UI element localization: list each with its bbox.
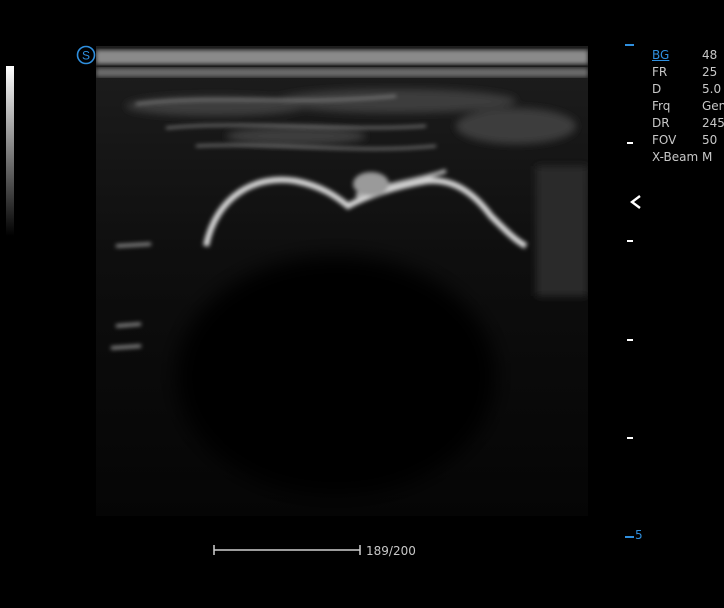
param-row-frq: Frq Gen (652, 98, 724, 115)
ultrasound-image (96, 46, 588, 516)
param-label-dr: DR (652, 116, 670, 130)
param-value-d: 5.0 (702, 82, 722, 96)
param-value-frq: Gen (702, 99, 724, 113)
param-label-xbeam: X-Beam (652, 150, 699, 164)
parameter-panel: BG 48 FR 25 D 5.0 Frq Gen DR 245 FOV 50 … (652, 47, 724, 166)
depth-tick-3 (627, 339, 633, 341)
param-row-d: D 5.0 (652, 81, 724, 98)
param-row-fr: FR 25 (652, 64, 724, 81)
depth-tick-bottom (625, 536, 634, 538)
param-label-d: D (652, 82, 662, 96)
depth-tick-4 (627, 437, 633, 439)
depth-tick-2 (627, 240, 633, 242)
scale-bar-label: 189/200 (366, 544, 416, 558)
param-label-fr: FR (652, 65, 668, 79)
param-label-frq: Frq (652, 99, 671, 113)
depth-tick-top (625, 44, 634, 46)
depth-max-label: 5 (635, 528, 643, 542)
depth-tick-1 (627, 142, 633, 144)
param-value-bg: 48 (702, 48, 718, 62)
scale-bar (213, 545, 361, 555)
param-value-fr: 25 (702, 65, 718, 79)
param-value-xbeam: M (702, 150, 713, 164)
param-row-fov: FOV 50 (652, 132, 724, 149)
param-label-bg[interactable]: BG (652, 47, 702, 64)
param-label-fov: FOV (652, 133, 677, 147)
param-row-dr: DR 245 (652, 115, 724, 132)
param-value-dr: 245 (702, 116, 724, 130)
param-value-fov: 50 (702, 133, 718, 147)
probe-orientation-icon: S (76, 45, 96, 65)
grayscale-bar (6, 66, 14, 236)
param-row-bg[interactable]: BG 48 (652, 47, 724, 64)
focus-marker-icon[interactable] (628, 193, 644, 211)
param-row-xbeam: X-Beam M (652, 149, 724, 166)
svg-text:S: S (82, 49, 90, 63)
